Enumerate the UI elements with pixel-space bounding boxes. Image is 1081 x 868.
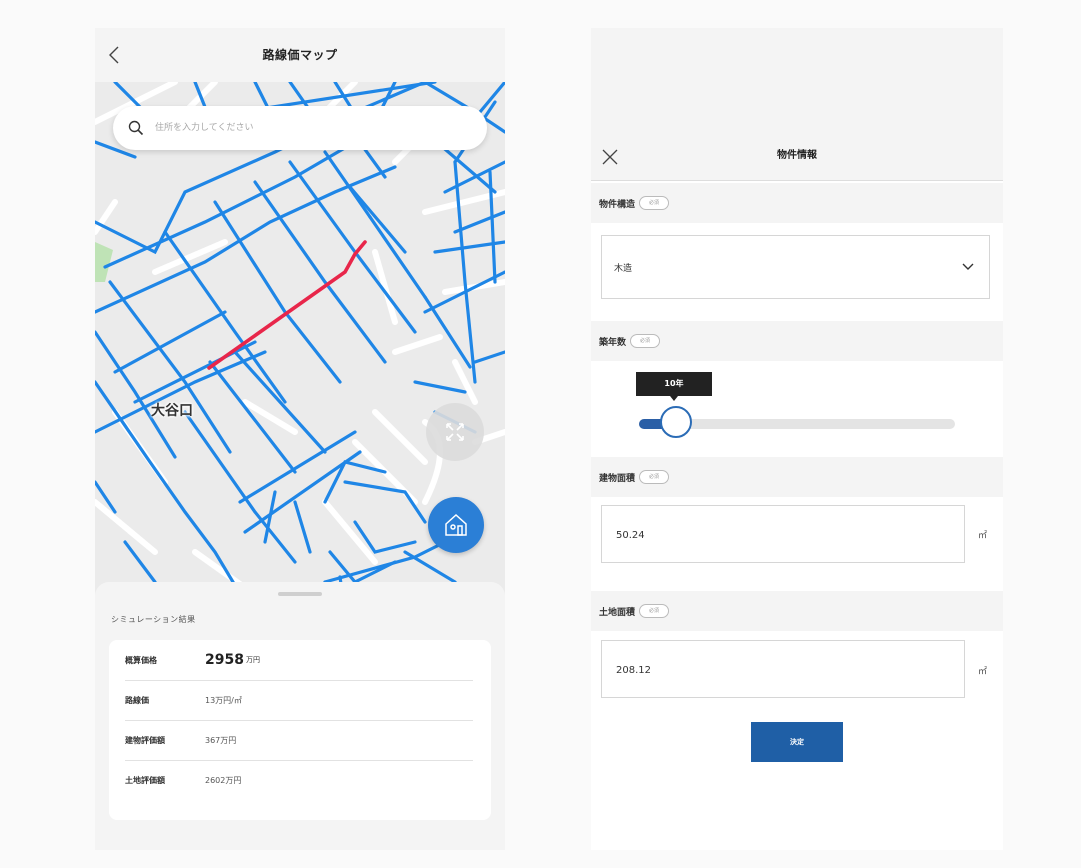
- submit-button[interactable]: 決定: [751, 722, 843, 762]
- expand-icon: [446, 423, 464, 441]
- structure-label: 物件構造: [599, 199, 636, 210]
- result-label: 建物評価額: [125, 735, 165, 745]
- map-screen: 路線価マップ 住所を入力してください 大谷口 シミュレーション結果 概算価格 2…: [95, 28, 505, 850]
- building-area-field[interactable]: [601, 505, 965, 564]
- building-area-unit: ㎡: [978, 531, 988, 541]
- page-title: 路線価マップ: [262, 48, 338, 62]
- building-area-input[interactable]: [614, 506, 948, 564]
- age-slider-thumb[interactable]: [660, 406, 692, 438]
- property-info-screen: 物件情報 物件構造 必須 木造 築年数 必須 10年 建物面積 必須 ㎡ 土地面…: [591, 28, 1003, 850]
- land-area-field[interactable]: [601, 640, 965, 699]
- required-badge: 必須: [630, 334, 661, 348]
- property-header: 物件情報: [591, 28, 1003, 181]
- estimated-price-unit: 万円: [245, 656, 260, 664]
- land-area-unit: ㎡: [978, 667, 988, 677]
- result-row-land-valuation: 土地評価額 2602万円: [125, 760, 473, 800]
- land-area-input[interactable]: [614, 641, 948, 699]
- result-value: 367万円: [205, 735, 237, 745]
- age-section-header: 築年数 必須: [591, 321, 1003, 361]
- land-area-section-header: 土地面積 必須: [591, 591, 1003, 631]
- address-search-input[interactable]: [153, 122, 457, 134]
- result-label: 概算価格: [125, 655, 157, 665]
- structure-select-value: 木造: [614, 263, 633, 274]
- sheet-title: シミュレーション結果: [111, 615, 196, 624]
- age-label: 築年数: [599, 337, 627, 348]
- structure-select[interactable]: 木造: [601, 235, 990, 299]
- search-icon: [128, 120, 144, 136]
- required-badge: 必須: [639, 604, 670, 618]
- result-value: 13万円/㎡: [205, 695, 242, 705]
- estimated-price-value: 2958: [205, 652, 244, 668]
- result-row-estimated-price: 概算価格 2958 万円: [125, 640, 473, 681]
- chevron-down-icon: [962, 263, 974, 270]
- map-top-bar: 路線価マップ: [95, 28, 505, 82]
- result-card: 概算価格 2958 万円 路線価 13万円/㎡ 建物評価額 367万円 土地評価…: [109, 640, 491, 820]
- building-area-section-header: 建物面積 必須: [591, 457, 1003, 497]
- result-row-route-price: 路線価 13万円/㎡: [125, 680, 473, 721]
- land-area-label: 土地面積: [599, 607, 636, 618]
- simulation-result-sheet: シミュレーション結果 概算価格 2958 万円 路線価 13万円/㎡ 建物評価額…: [95, 582, 505, 850]
- result-label: 土地評価額: [125, 775, 165, 785]
- sheet-drag-handle[interactable]: [278, 592, 322, 596]
- structure-section-header: 物件構造 必須: [591, 183, 1003, 223]
- expand-map-button[interactable]: [426, 403, 484, 461]
- age-slider-area: 10年: [591, 363, 1003, 453]
- house-icon: [445, 513, 467, 536]
- map-place-label: 大谷口: [151, 403, 193, 419]
- age-slider-tooltip: 10年: [636, 372, 712, 401]
- address-search-bar[interactable]: [113, 106, 487, 150]
- property-info-button[interactable]: [428, 497, 484, 553]
- required-badge: 必須: [639, 196, 670, 210]
- result-row-building-valuation: 建物評価額 367万円: [125, 720, 473, 761]
- building-area-label: 建物面積: [599, 473, 636, 484]
- required-badge: 必須: [639, 470, 670, 484]
- page-title: 物件情報: [777, 150, 817, 161]
- result-label: 路線価: [125, 695, 149, 705]
- result-value: 2602万円: [205, 775, 242, 785]
